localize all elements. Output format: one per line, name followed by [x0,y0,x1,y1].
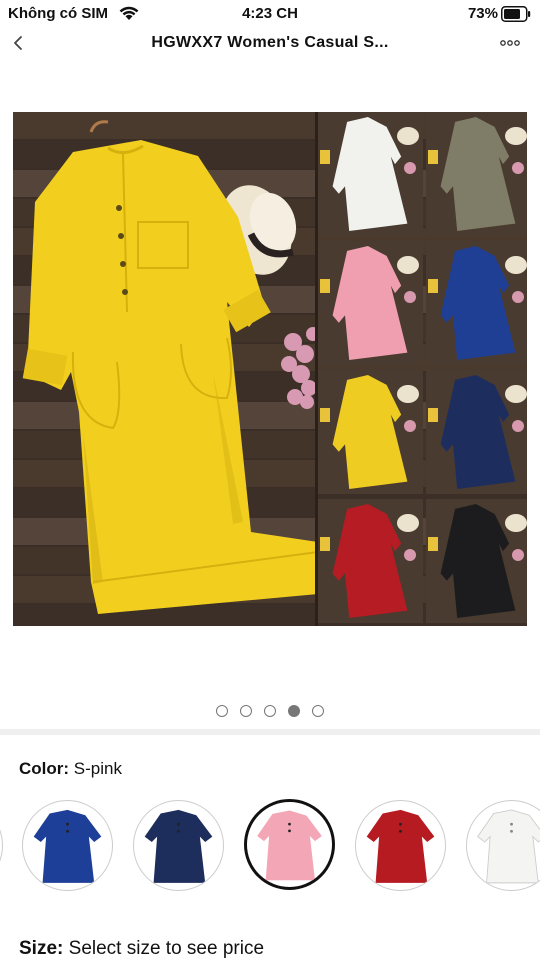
thumbnail-dress [318,499,423,623]
pager-dot[interactable] [312,705,324,717]
color-swatch-pink[interactable] [244,799,335,890]
image-pager [0,705,540,719]
thumbnail-dress [426,241,527,365]
color-label: Color: [19,759,70,778]
pager-dot[interactable] [216,705,228,717]
pager-dot[interactable] [240,705,252,717]
product-image-graphic [13,112,527,626]
battery-icon [501,6,531,22]
color-swatch-white[interactable] [466,800,540,891]
color-swatch-blue[interactable] [22,800,113,891]
thumbnail-dress [426,370,527,494]
more-options-icon[interactable] [500,36,520,48]
clock: 4:23 CH [242,5,298,22]
thumbnail-dress [426,499,527,623]
product-image[interactable] [13,112,527,626]
color-swatch-red[interactable] [355,800,446,891]
thumbnail-dress [318,241,423,365]
back-icon[interactable] [10,30,28,56]
thumbnail-dress [318,370,423,494]
status-bar: Không có SIM 4:23 CH 73% [0,0,540,30]
color-label-row: Color: S-pink [19,759,122,779]
thumbnail-dress [318,112,423,236]
section-divider [0,729,540,735]
thumbnail-dress [426,112,527,236]
pager-dot[interactable] [264,705,276,717]
size-label-row[interactable]: Size: Select size to see price [19,938,264,960]
color-swatch-navy[interactable] [133,800,224,891]
size-value: Select size to see price [68,938,265,959]
battery-percentage: 73% [467,5,498,22]
pager-dot[interactable] [288,705,300,717]
page-title: HGWXX7 Women's Casual S... [151,34,389,51]
nav-bar: HGWXX7 Women's Casual S... [0,30,540,58]
color-value: S-pink [73,759,122,778]
color-swatch-list [0,797,540,897]
swatch-partial[interactable] [0,800,3,891]
size-label: Size: [19,938,64,959]
